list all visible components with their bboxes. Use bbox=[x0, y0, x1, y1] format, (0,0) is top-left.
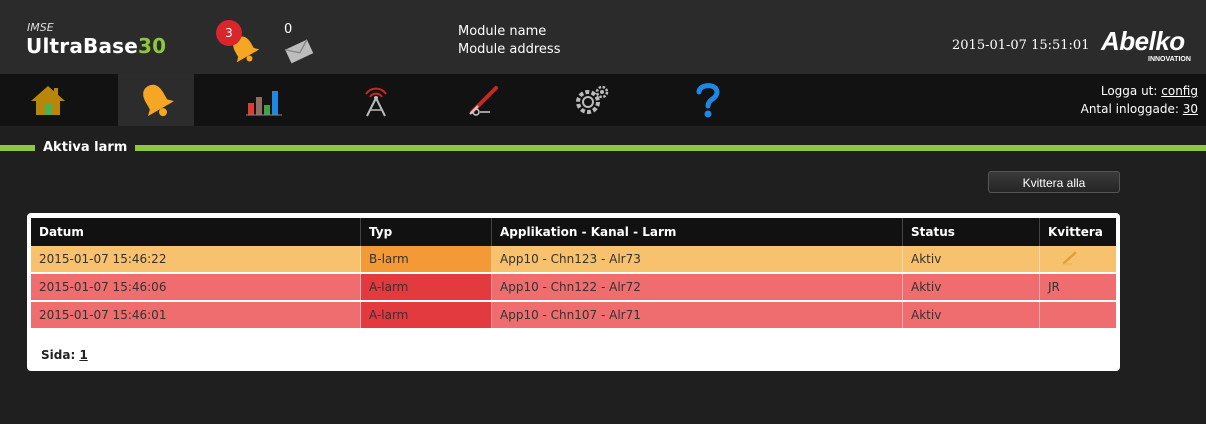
envelope-icon[interactable] bbox=[284, 38, 314, 64]
gears-icon bbox=[576, 85, 609, 114]
column-header-alarm[interactable]: Applikation - Kanal - Larm bbox=[491, 218, 903, 246]
logout-row: Logga ut: config bbox=[1081, 82, 1198, 100]
acknowledge-pen-icon[interactable] bbox=[1060, 250, 1080, 269]
brand-prefix: IMSE bbox=[27, 21, 54, 34]
company-logo-tagline: INNOVATION bbox=[1148, 56, 1191, 63]
bar-chart-icon bbox=[246, 91, 282, 116]
acknowledge-all-button[interactable]: Kvittera alla bbox=[988, 171, 1120, 193]
page-label: Sida: bbox=[41, 348, 76, 362]
nav-communication[interactable] bbox=[338, 74, 414, 126]
alarm-table: Datum Typ Applikation - Kanal - Larm Sta… bbox=[31, 218, 1116, 330]
section-title: Aktiva larm bbox=[35, 138, 136, 158]
brand-title-accent: 30 bbox=[138, 34, 167, 58]
nav-statistics[interactable] bbox=[226, 74, 302, 126]
cell-alarm: App10 - Chn122 - Alr72 bbox=[491, 273, 903, 302]
logout-link[interactable]: config bbox=[1161, 84, 1198, 98]
alarm-notification-button[interactable]: 3 bbox=[216, 20, 264, 66]
current-datetime: 2015-01-07 15:51:01 bbox=[952, 38, 1090, 53]
cell-acknowledge: JR bbox=[1039, 273, 1116, 302]
cell-acknowledge bbox=[1039, 301, 1116, 330]
table-header-row: Datum Typ Applikation - Kanal - Larm Sta… bbox=[31, 218, 1116, 246]
company-logo: Abelko bbox=[1101, 26, 1185, 56]
alarm-table-panel: Datum Typ Applikation - Kanal - Larm Sta… bbox=[27, 213, 1120, 371]
pagination: Sida: 1 bbox=[41, 348, 88, 362]
alarm-count-badge: 3 bbox=[216, 20, 242, 46]
table-row: 2015-01-07 15:46:06 A-larm App10 - Chn12… bbox=[31, 273, 1116, 302]
cell-status: Aktiv bbox=[902, 301, 1040, 330]
cell-alarm: App10 - Chn107 - Alr71 bbox=[491, 301, 903, 330]
home-icon bbox=[31, 86, 65, 115]
cell-alarm: App10 - Chn123 - Alr73 bbox=[491, 246, 903, 274]
nav-settings[interactable] bbox=[554, 74, 630, 126]
page-link[interactable]: 1 bbox=[79, 348, 87, 362]
nav-alarms[interactable] bbox=[118, 74, 194, 126]
module-name: Module name bbox=[458, 24, 547, 39]
logged-in-label: Antal inloggade: bbox=[1080, 102, 1179, 116]
help-icon bbox=[696, 83, 720, 118]
logged-in-row: Antal inloggade: 30 bbox=[1081, 100, 1198, 118]
cell-status: Aktiv bbox=[902, 273, 1040, 302]
logged-in-count-link[interactable]: 30 bbox=[1183, 102, 1198, 116]
cell-type: A-larm bbox=[360, 273, 492, 302]
column-header-type[interactable]: Typ bbox=[360, 218, 492, 246]
logout-label: Logga ut: bbox=[1100, 84, 1158, 98]
bell-icon bbox=[143, 84, 174, 117]
antenna-icon bbox=[365, 87, 387, 117]
top-header: IMSE UltraBase30 3 0 Module name Module … bbox=[0, 0, 1206, 74]
section-divider-left bbox=[16, 145, 35, 151]
section-divider bbox=[0, 145, 1206, 151]
nav-home[interactable] bbox=[10, 74, 86, 126]
cell-status: Aktiv bbox=[902, 246, 1040, 274]
table-row: 2015-01-07 15:46:01 A-larm App10 - Chn10… bbox=[31, 301, 1116, 330]
cell-type: B-larm bbox=[360, 246, 492, 274]
tools-icon bbox=[469, 86, 498, 116]
cell-date: 2015-01-07 15:46:22 bbox=[31, 246, 361, 274]
module-address: Module address bbox=[458, 42, 561, 57]
column-header-acknowledge: Kvittera bbox=[1039, 218, 1116, 246]
cell-date: 2015-01-07 15:46:06 bbox=[31, 273, 361, 302]
column-header-status[interactable]: Status bbox=[902, 218, 1040, 246]
nav-tools[interactable] bbox=[446, 74, 522, 126]
message-count: 0 bbox=[284, 22, 293, 37]
table-row: 2015-01-07 15:46:22 B-larm App10 - Chn12… bbox=[31, 246, 1116, 274]
column-header-date[interactable]: Datum bbox=[31, 218, 361, 246]
brand-title: UltraBase30 bbox=[26, 34, 166, 58]
cell-acknowledge bbox=[1039, 246, 1116, 274]
session-info: Logga ut: config Antal inloggade: 30 bbox=[1081, 82, 1198, 118]
nav-help[interactable] bbox=[670, 74, 746, 126]
main-navigation bbox=[0, 74, 1206, 126]
cell-type: A-larm bbox=[360, 301, 492, 330]
section-header: Aktiva larm bbox=[0, 138, 1206, 158]
cell-date: 2015-01-07 15:46:01 bbox=[31, 301, 361, 330]
brand-title-main: UltraBase bbox=[26, 34, 139, 58]
